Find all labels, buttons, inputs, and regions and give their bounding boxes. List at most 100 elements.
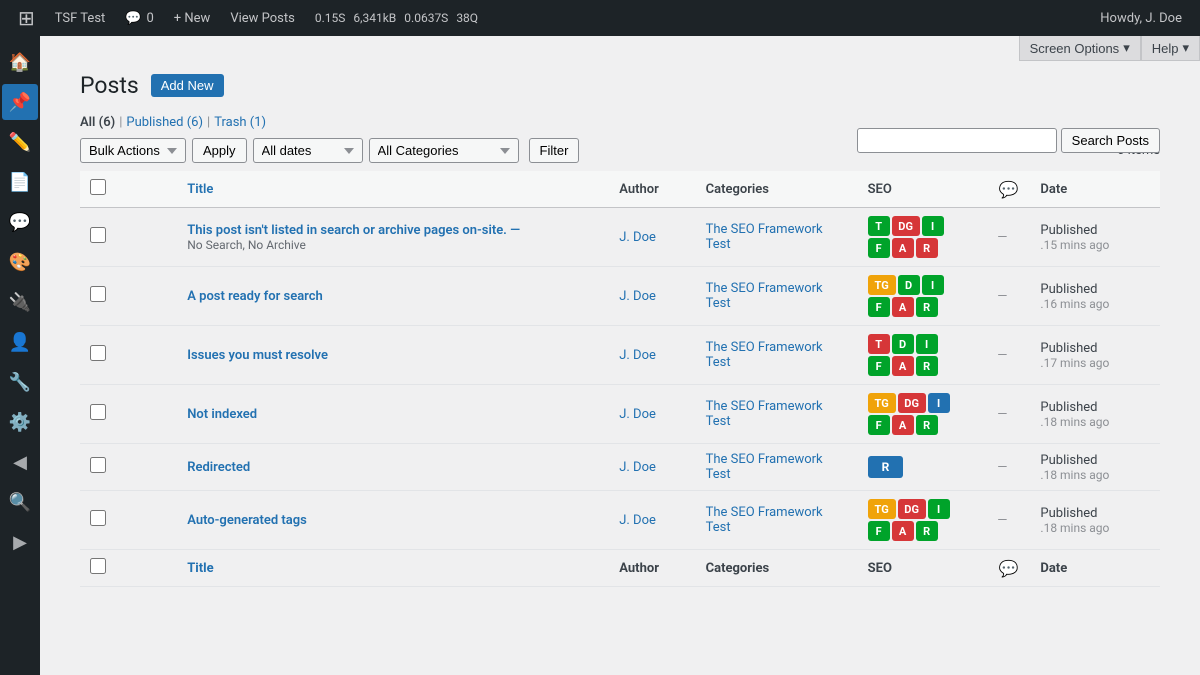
- sidebar-item-comments[interactable]: 💬: [2, 204, 38, 240]
- category-cell: The SEO Framework Test: [696, 491, 858, 550]
- date-header: Date: [1030, 171, 1160, 208]
- view-posts-link[interactable]: View Posts: [220, 0, 305, 36]
- sidebar-item-settings[interactable]: ⚙️: [2, 404, 38, 440]
- page-title-area: Posts Add New: [60, 56, 1180, 107]
- seo-badge-a: A: [892, 356, 914, 376]
- author-link[interactable]: J. Doe: [619, 230, 656, 245]
- wp-logo-icon[interactable]: ⊞: [8, 6, 45, 30]
- date-time: .18 mins ago: [1040, 468, 1150, 482]
- seo-badge-a: A: [892, 521, 914, 541]
- seo-badge-r: R: [916, 356, 938, 376]
- help-button[interactable]: Help ▾: [1141, 36, 1200, 61]
- filter-button[interactable]: Filter: [529, 138, 580, 163]
- row-checkbox[interactable]: [90, 286, 106, 302]
- posts-tbody: This post isn't listed in search or arch…: [80, 208, 1160, 550]
- post-title-link[interactable]: Redirected: [187, 460, 250, 475]
- sidebar-item-pin[interactable]: 📌: [2, 84, 38, 120]
- row-checkbox[interactable]: [90, 404, 106, 420]
- comment-cell: —: [987, 267, 1030, 326]
- screen-options-button[interactable]: Screen Options ▾: [1019, 36, 1141, 61]
- seo-badges: TG D I F A R: [868, 275, 958, 317]
- post-title-link[interactable]: Auto-generated tags: [187, 513, 307, 528]
- footer-select-all-checkbox[interactable]: [90, 558, 106, 574]
- howdy-user[interactable]: Howdy, J. Doe: [1090, 0, 1192, 36]
- categories-select[interactable]: All Categories: [369, 138, 519, 163]
- comments-link[interactable]: 💬 0: [115, 0, 164, 36]
- seo-badge-dg: DG: [898, 499, 926, 519]
- category-cell: The SEO Framework Test: [696, 326, 858, 385]
- date-time: .18 mins ago: [1040, 415, 1150, 429]
- add-new-button[interactable]: Add New: [151, 74, 224, 97]
- seo-badge-t: T: [868, 216, 890, 236]
- search-posts-button[interactable]: Search Posts: [1061, 128, 1160, 153]
- footer-title-sort-link[interactable]: Title: [187, 561, 213, 576]
- post-title-link[interactable]: This post isn't listed in search or arch…: [187, 223, 520, 238]
- select-all-checkbox[interactable]: [90, 179, 106, 195]
- footer-categories-th: Categories: [696, 550, 858, 587]
- comment-cell: —: [987, 326, 1030, 385]
- seo-badges: TG DG I F A R: [868, 499, 958, 541]
- author-link[interactable]: J. Doe: [619, 407, 656, 422]
- category-link[interactable]: The SEO Framework Test: [706, 340, 823, 370]
- author-link[interactable]: J. Doe: [619, 348, 656, 363]
- new-content-link[interactable]: + New: [164, 0, 221, 36]
- row-checkbox[interactable]: [90, 457, 106, 473]
- sidebar-item-collapse[interactable]: ◀: [2, 444, 38, 480]
- sidebar-item-tools[interactable]: 🔧: [2, 364, 38, 400]
- seo-badge-i: I: [928, 499, 950, 519]
- sidebar-item-posts[interactable]: ✏️: [2, 124, 38, 160]
- comment-bubble-icon: 💬: [125, 11, 141, 26]
- tab-published[interactable]: Published (6): [126, 115, 203, 130]
- comment-cell: —: [987, 385, 1030, 444]
- category-cell: The SEO Framework Test: [696, 444, 858, 491]
- sidebar-item-home[interactable]: 🏠: [2, 44, 38, 80]
- sidebar-item-plugins[interactable]: 🔌: [2, 284, 38, 320]
- seo-badge-d: D: [892, 334, 914, 354]
- seo-cell: TG DG I F A R: [858, 385, 988, 444]
- seo-badge-f: F: [868, 356, 890, 376]
- seo-badge-i: I: [928, 393, 950, 413]
- category-link[interactable]: The SEO Framework Test: [706, 505, 823, 535]
- post-title-link[interactable]: A post ready for search: [187, 289, 323, 304]
- table-row: This post isn't listed in search or arch…: [80, 208, 1160, 267]
- tab-all[interactable]: All (6): [80, 115, 115, 130]
- date-status: Published: [1040, 341, 1150, 356]
- post-title-link[interactable]: Not indexed: [187, 407, 257, 422]
- apply-button[interactable]: Apply: [192, 138, 247, 163]
- site-name-link[interactable]: TSF Test: [45, 0, 116, 36]
- seo-badge-r: R: [868, 456, 904, 478]
- title-sort-link[interactable]: Title: [187, 182, 213, 197]
- post-title-link[interactable]: Issues you must resolve: [187, 348, 328, 363]
- tab-trash[interactable]: Trash (1): [214, 115, 266, 130]
- bulk-actions-select[interactable]: Bulk Actions: [80, 138, 186, 163]
- date-time: .18 mins ago: [1040, 521, 1150, 535]
- category-link[interactable]: The SEO Framework Test: [706, 399, 823, 429]
- sidebar-item-pages[interactable]: 📄: [2, 164, 38, 200]
- sidebar-item-play[interactable]: ▶: [2, 524, 38, 560]
- sidebar-item-users[interactable]: 👤: [2, 324, 38, 360]
- date-cell: Published .18 mins ago: [1030, 444, 1160, 491]
- category-link[interactable]: The SEO Framework Test: [706, 222, 823, 252]
- category-link[interactable]: The SEO Framework Test: [706, 281, 823, 311]
- table-row: Redirected J. Doe The SEO Framework Test…: [80, 444, 1160, 491]
- date-time: .16 mins ago: [1040, 297, 1150, 311]
- footer-checkbox-th: [80, 550, 177, 587]
- seo-badge-tg: TG: [868, 499, 896, 519]
- search-input[interactable]: [857, 128, 1057, 153]
- author-link[interactable]: J. Doe: [619, 513, 656, 528]
- status-tabs: All (6) | Published (6) | Trash (1): [60, 107, 1180, 130]
- title-header: Title: [177, 171, 609, 208]
- row-checkbox-cell: [80, 385, 177, 444]
- author-link[interactable]: J. Doe: [619, 460, 656, 475]
- category-link[interactable]: The SEO Framework Test: [706, 452, 823, 482]
- row-checkbox[interactable]: [90, 345, 106, 361]
- row-checkbox[interactable]: [90, 510, 106, 526]
- dates-select[interactable]: All dates: [253, 138, 363, 163]
- sidebar-item-appearance[interactable]: 🎨: [2, 244, 38, 280]
- sidebar-item-search[interactable]: 🔍: [2, 484, 38, 520]
- comment-header: 💬: [987, 171, 1030, 208]
- row-checkbox[interactable]: [90, 227, 106, 243]
- row-checkbox-cell: [80, 491, 177, 550]
- main-content: Posts Add New Search Posts All (6) | Pub…: [40, 36, 1200, 675]
- author-link[interactable]: J. Doe: [619, 289, 656, 304]
